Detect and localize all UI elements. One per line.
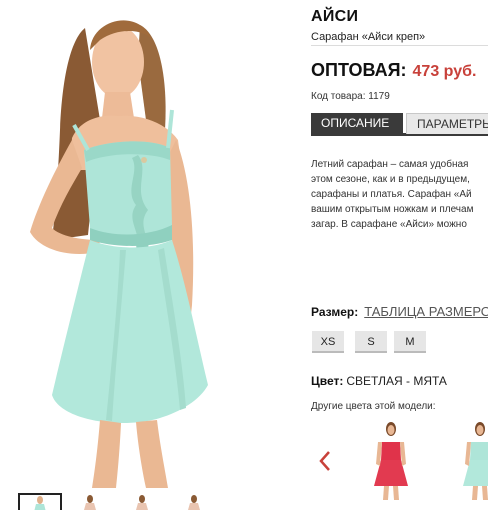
price-label: ОПТОВАЯ:	[311, 60, 407, 80]
color-variant-mint[interactable]	[455, 420, 488, 500]
thumbnail-1[interactable]	[18, 493, 62, 510]
thumbnail-2[interactable]	[68, 493, 112, 510]
product-subtitle: Сарафан «Айси креп»	[311, 31, 426, 43]
thumbnail-4[interactable]	[172, 493, 216, 510]
price-row: ОПТОВАЯ: 473 руб.	[311, 60, 476, 81]
thumbnail-strip	[0, 490, 292, 510]
color-row: Цвет: СВЕТЛАЯ - МЯТА	[311, 374, 447, 388]
size-table-link[interactable]: ТАБЛИЦА РАЗМЕРОВ	[364, 304, 488, 319]
thumbnail-3[interactable]	[120, 493, 164, 510]
product-main-image[interactable]	[0, 0, 292, 488]
tab-parameters[interactable]: ПАРАМЕТРЫ	[406, 113, 488, 134]
description-line: сарафаны и платья. Сарафан «Ай	[311, 189, 472, 200]
other-colors-label: Другие цвета этой модели:	[311, 401, 436, 412]
description-line: этом сезоне, как и в предыдущем,	[311, 174, 470, 185]
size-option-m[interactable]: M	[394, 331, 426, 353]
tab-description[interactable]: ОПИСАНИЕ	[311, 113, 403, 134]
info-tabs: ОПИСАНИЕ ПАРАМЕТРЫ	[311, 113, 488, 136]
price-value: 473 руб.	[412, 63, 477, 80]
description-line: Летний сарафан – самая удобная	[311, 159, 469, 170]
description-line: загар. В сарафане «Айси» можно	[311, 219, 467, 230]
size-label: Размер:	[311, 305, 359, 319]
size-option-xs[interactable]: XS	[312, 331, 344, 353]
size-row: Размер: ТАБЛИЦА РАЗМЕРОВ	[311, 303, 488, 321]
color-variant-red[interactable]	[366, 420, 416, 500]
chevron-left-icon[interactable]	[318, 450, 332, 472]
description-line: вашим открытым ножкам и плечам	[311, 204, 474, 215]
color-label: Цвет:	[311, 374, 344, 388]
divider	[311, 45, 488, 46]
product-title: АЙСИ	[311, 8, 359, 25]
product-description: Летний сарафан – самая удобная этом сезо…	[311, 157, 488, 232]
size-option-s[interactable]: S	[355, 331, 387, 353]
product-code: Код товара: 1179	[311, 91, 390, 102]
color-value: СВЕТЛАЯ - МЯТА	[346, 374, 447, 388]
